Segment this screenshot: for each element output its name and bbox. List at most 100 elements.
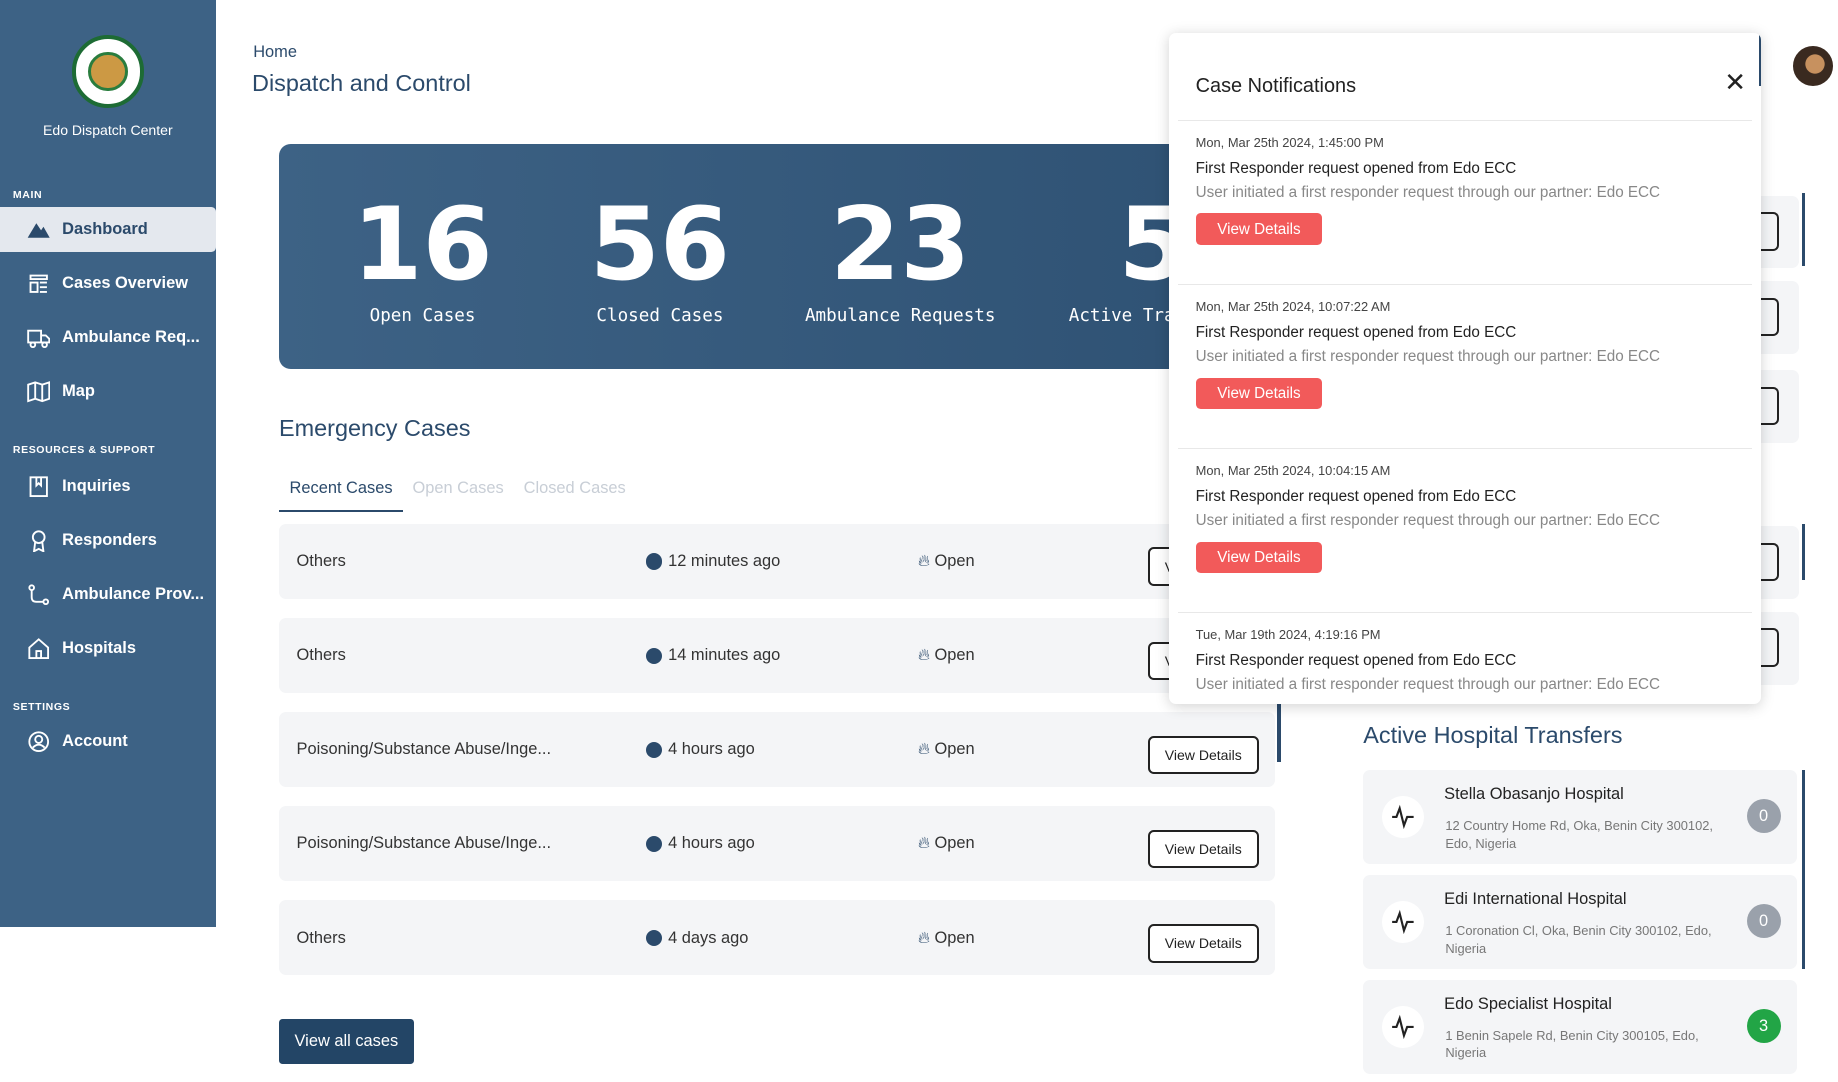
label: Map <box>62 382 95 400</box>
flame-icon: 🔥︎ <box>917 834 930 853</box>
notification-body: User initiated a first responder request… <box>1195 347 1661 365</box>
user-avatar[interactable] <box>1793 45 1834 86</box>
user-circle-icon <box>28 731 49 753</box>
time-text: 4 hours ago <box>668 740 755 759</box>
activity-icon <box>1382 900 1425 944</box>
case-status: 🔥︎ Open <box>918 646 975 665</box>
notification-date: Mon, Mar 25th 2024, 10:04:15 AM <box>1195 462 1391 478</box>
transfer-count-badge: 0 <box>1746 904 1781 939</box>
notification-title: First Responder request opened from Edo … <box>1195 160 1517 178</box>
sidebar-item-hospitals[interactable]: Hospitals <box>0 626 216 671</box>
case-time: 4 hours ago <box>645 740 755 759</box>
stats-banner: 16 Open Cases 56 Closed Cases 23 Ambulance … <box>278 144 1238 370</box>
case-status: 🔥︎ Open <box>918 834 975 853</box>
page-title: Dispatch and Control <box>252 70 471 97</box>
hospital-transfer-item[interactable]: Edo Specialist Hospital 1 Benin Sapele R… <box>1363 979 1797 1074</box>
label: Account <box>62 732 128 751</box>
case-status: 🔥︎ Open <box>918 929 975 948</box>
notification-date: Mon, Mar 25th 2024, 10:07:22 AM <box>1195 298 1391 314</box>
tab-open-cases[interactable]: Open Cases <box>403 476 514 512</box>
hospital-address: 1 Benin Sapele Rd, Benin City 300105, Ed… <box>1445 1027 1699 1061</box>
case-type: Others <box>296 552 346 571</box>
case-time: 4 hours ago <box>645 834 755 853</box>
hospital-transfer-item[interactable]: Edi International Hospital 1 Coronation … <box>1363 875 1797 969</box>
cases-scrollbar[interactable] <box>1276 703 1282 762</box>
stat-closed-cases: 56 Closed Cases <box>589 185 731 326</box>
clock-icon <box>645 741 663 759</box>
sidebar-item-dashboard[interactable]: Dashboard <box>0 207 216 252</box>
time-text: 4 days ago <box>668 928 749 947</box>
case-tabs: Recent Cases Open Cases Closed Cases <box>278 476 636 513</box>
flame-icon: 🔥︎ <box>917 552 930 571</box>
label: Dashboard <box>62 220 148 239</box>
sidebar-item-responders[interactable]: Responders <box>0 518 216 563</box>
notification-date: Mon, Mar 25th 2024, 1:45:00 PM <box>1195 134 1384 150</box>
case-status: 🔥︎ Open <box>918 740 975 759</box>
route-icon <box>28 583 49 605</box>
view-details-button[interactable]: View Details <box>1147 829 1259 869</box>
sidebar-item-account[interactable]: Account <box>0 720 216 765</box>
section-main: MAIN <box>12 188 43 201</box>
section-resources: RESOURCES & SUPPORT <box>12 444 156 457</box>
notification-body: User initiated a first responder request… <box>1195 183 1661 201</box>
hospital-name: Edo Specialist Hospital <box>1444 995 1612 1014</box>
scrollbar[interactable] <box>1801 193 1806 267</box>
panel-scrollbar[interactable] <box>1759 32 1761 86</box>
home-icon <box>28 637 49 659</box>
breadcrumb[interactable]: Home <box>253 43 297 62</box>
flame-icon: 🔥︎ <box>917 928 930 947</box>
notification-view-details-button[interactable]: View Details <box>1195 377 1323 410</box>
close-icon[interactable]: ✕ <box>1724 68 1746 98</box>
time-text: 12 minutes ago <box>668 552 781 571</box>
case-time: 4 days ago <box>645 928 749 948</box>
transfers-scrollbar[interactable] <box>1801 770 1806 970</box>
hospital-address: 1 Coronation Cl, Oka, Benin City 300102,… <box>1445 922 1712 956</box>
sidebar: Edo Dispatch Center MAIN Dashboard Cases… <box>0 0 216 928</box>
notification-view-details-button[interactable]: View Details <box>1195 213 1323 246</box>
case-status: 🔥︎ Open <box>918 552 975 571</box>
case-type: Others <box>296 646 346 665</box>
label: Responders <box>62 530 157 549</box>
status-text: Open <box>934 834 975 853</box>
clock-icon <box>645 553 663 570</box>
sidebar-item-ambulance-providers[interactable]: Ambulance Prov... <box>0 572 216 617</box>
hospital-name: Edi International Hospital <box>1444 890 1627 909</box>
org-name: Edo Dispatch Center <box>43 121 173 138</box>
notification-item: Tue, Mar 19th 2024, 4:19:16 PM First Res… <box>1178 611 1753 705</box>
sidebar-item-ambulance-requests[interactable]: Ambulance Req... <box>0 315 216 360</box>
inquiries-icon <box>29 476 48 497</box>
case-row: Others 14 minutes ago 🔥︎Open View Detail… <box>278 618 1276 694</box>
sidebar-item-map[interactable]: Map <box>0 369 216 414</box>
case-row: Poisoning/Substance Abuse/Inge... 4 hour… <box>278 806 1276 882</box>
section-settings: SETTINGS <box>12 700 71 713</box>
clock-icon <box>645 835 663 853</box>
notification-body: User initiated a first responder request… <box>1195 512 1661 530</box>
view-details-button[interactable]: View Details <box>1147 735 1259 775</box>
hospital-transfer-item[interactable]: Stella Obasanjo Hospital 12 Country Home… <box>1363 770 1797 864</box>
flame-icon: 🔥︎ <box>917 740 930 759</box>
tab-closed-cases[interactable]: Closed Cases <box>514 476 636 512</box>
scrollbar[interactable] <box>1801 523 1806 581</box>
case-time: 14 minutes ago <box>645 646 781 665</box>
sidebar-item-inquiries[interactable]: Inquiries <box>0 464 216 509</box>
time-text: 14 minutes ago <box>668 646 781 665</box>
label: Hospitals <box>62 638 136 657</box>
notification-view-details-button[interactable]: View Details <box>1195 541 1323 574</box>
view-all-cases-button[interactable]: View all cases <box>278 1018 414 1065</box>
sidebar-item-cases-overview[interactable]: Cases Overview <box>0 261 216 306</box>
label: Ambulance Req... <box>62 328 200 347</box>
stat-open-cases: 16 Open Cases <box>352 185 493 326</box>
view-details-button[interactable]: View Details <box>1147 923 1259 963</box>
label: Inquiries <box>62 476 131 495</box>
active-hospital-transfers-title: Active Hospital Transfers <box>1363 722 1623 749</box>
edo-state-seal-logo <box>71 35 145 108</box>
notification-item: Mon, Mar 25th 2024, 10:07:22 AM First Re… <box>1178 283 1753 424</box>
tab-recent-cases[interactable]: Recent Cases <box>278 476 404 513</box>
case-row: Others 12 minutes ago 🔥︎Open View Detail… <box>278 523 1276 599</box>
case-type: Others <box>296 928 346 947</box>
badge-icon <box>31 530 46 553</box>
notification-item: Mon, Mar 25th 2024, 10:04:15 AM First Re… <box>1178 447 1753 588</box>
status-text: Open <box>934 928 975 947</box>
hospital-name: Stella Obasanjo Hospital <box>1444 785 1624 804</box>
status-text: Open <box>934 552 975 571</box>
